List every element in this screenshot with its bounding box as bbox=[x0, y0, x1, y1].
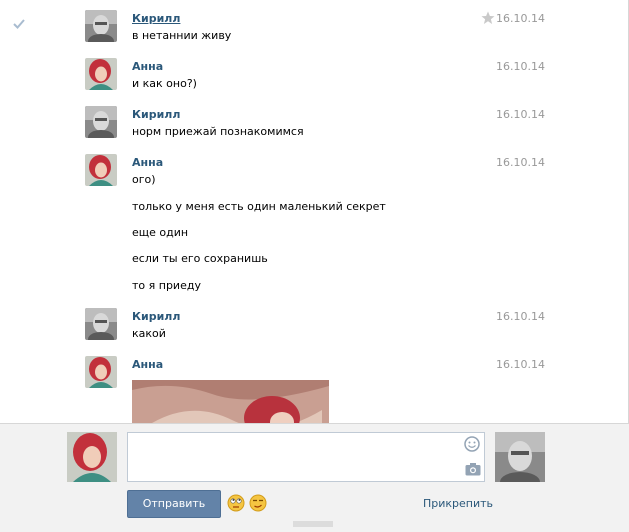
smile-icon[interactable] bbox=[464, 436, 480, 452]
message-date: 16.10.14 bbox=[496, 358, 545, 371]
my-avatar[interactable] bbox=[67, 432, 117, 482]
message-text: норм приежай познакомимся bbox=[132, 125, 304, 138]
rolling-eyes-emoji[interactable] bbox=[227, 494, 245, 512]
author-name[interactable]: Кирилл bbox=[132, 12, 180, 25]
author-name[interactable]: Кирилл bbox=[132, 310, 180, 323]
avatar-kirill[interactable] bbox=[85, 10, 117, 42]
message-text: если ты его сохранишь bbox=[132, 252, 268, 265]
message-text: еще один bbox=[132, 226, 189, 239]
smirk-emoji[interactable] bbox=[249, 494, 267, 512]
message-text: только у меня есть один маленький секрет bbox=[132, 200, 386, 213]
avatar-kirill[interactable] bbox=[85, 308, 117, 340]
author-name[interactable]: Анна bbox=[132, 358, 163, 371]
message-date: 16.10.14 bbox=[496, 310, 545, 323]
photo-attachment[interactable] bbox=[132, 380, 329, 423]
resize-grip[interactable] bbox=[293, 521, 333, 527]
camera-icon[interactable] bbox=[465, 462, 481, 476]
message-text: и как оно?) bbox=[132, 77, 197, 90]
message-date: 16.10.14 bbox=[496, 156, 545, 169]
message-date: 16.10.14 bbox=[496, 108, 545, 121]
message-text: ого) bbox=[132, 173, 156, 186]
star-icon[interactable] bbox=[481, 11, 495, 25]
message-history[interactable]: Кирилл 16.10.14 в нетаннии живу Анна 16.… bbox=[0, 0, 629, 423]
message-date: 16.10.14 bbox=[496, 12, 545, 25]
author-name[interactable]: Анна bbox=[132, 156, 163, 169]
author-name[interactable]: Кирилл bbox=[132, 108, 180, 121]
message-input[interactable] bbox=[127, 432, 485, 482]
send-button[interactable]: Отправить bbox=[127, 490, 221, 518]
recipient-avatar[interactable] bbox=[495, 432, 545, 482]
message-date: 16.10.14 bbox=[496, 60, 545, 73]
checkmark-icon[interactable] bbox=[12, 17, 26, 31]
message-text: какой bbox=[132, 327, 166, 340]
message-text: в нетаннии живу bbox=[132, 29, 232, 42]
avatar-anna[interactable] bbox=[85, 356, 117, 388]
author-name[interactable]: Анна bbox=[132, 60, 163, 73]
avatar-kirill[interactable] bbox=[85, 106, 117, 138]
message-text: то я приеду bbox=[132, 279, 201, 292]
message-composer: Отправить Прикрепить bbox=[0, 423, 629, 532]
avatar-anna[interactable] bbox=[85, 58, 117, 90]
avatar-anna[interactable] bbox=[85, 154, 117, 186]
attach-link[interactable]: Прикрепить bbox=[423, 497, 493, 510]
